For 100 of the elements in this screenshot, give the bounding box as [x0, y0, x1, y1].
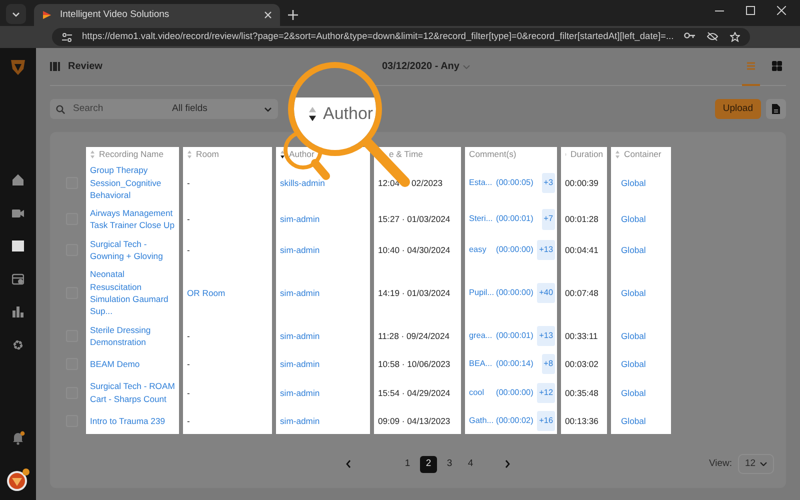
- url-text: https://demo1.valt.video/record/review/list?page=2&sort=Author&type=down&limit=12&record_filter[type]=0&record_filter[startedAt][left_date]=...: [82, 30, 674, 44]
- container-link[interactable]: Global: [621, 176, 646, 189]
- duration-text: 00:01:28: [565, 213, 598, 226]
- duration-text: 00:04:41: [565, 244, 598, 256]
- datetime-text: 10:58 · 10/06/2023: [378, 358, 450, 370]
- chevron-down-icon: [264, 106, 272, 112]
- comment-link[interactable]: Esta...: [469, 176, 494, 189]
- close-icon[interactable]: [777, 6, 786, 14]
- container-link[interactable]: Global: [621, 415, 646, 428]
- more-comments-badge[interactable]: +13: [537, 326, 555, 346]
- column-header[interactable]: Duration: [561, 147, 607, 162]
- page-size-label: View:: [708, 457, 732, 472]
- new-tab-icon[interactable]: [288, 10, 298, 20]
- container-link[interactable]: Global: [621, 358, 646, 370]
- chevron-down-icon: [12, 12, 20, 16]
- bell-icon: [11, 431, 25, 445]
- shield-logo-icon[interactable]: [9, 58, 27, 76]
- site-settings-icon: [62, 32, 72, 42]
- list-view-icon: [746, 60, 756, 70]
- author-link[interactable]: sim-admin: [280, 244, 320, 256]
- browser-tab[interactable]: Intelligent Video Solutions: [34, 4, 280, 26]
- author-link[interactable]: sim-admin: [280, 213, 320, 226]
- container-link[interactable]: Global: [621, 330, 646, 342]
- eye-off-icon[interactable]: [706, 32, 718, 41]
- field-filter-dropdown[interactable]: All fields: [172, 102, 272, 116]
- comment-time-link[interactable]: (00:00:14): [496, 358, 534, 370]
- search-field[interactable]: Search All fields: [50, 99, 278, 119]
- room-text: -: [187, 176, 190, 189]
- container-link[interactable]: Global: [621, 286, 646, 300]
- datetime-text: 14:19 · 01/03/2024: [378, 286, 450, 300]
- document-icon: [772, 104, 780, 114]
- page-size-dropdown[interactable]: 12: [738, 454, 774, 474]
- author-link[interactable]: sim-admin: [280, 330, 320, 342]
- author-link[interactable]: sim-admin: [280, 286, 320, 300]
- comment-time-link[interactable]: (00:00:00): [496, 386, 534, 399]
- datetime-text: 11:28 · 09/24/2024: [378, 330, 450, 342]
- page-button[interactable]: 3: [441, 456, 458, 473]
- close-icon[interactable]: [264, 11, 272, 19]
- column-header[interactable]: Room: [183, 147, 272, 162]
- author-link[interactable]: sim-admin: [280, 386, 320, 399]
- duration-text: 00:33:11: [565, 330, 598, 342]
- address-bar[interactable]: https://demo1.valt.video/record/review/list?page=2&sort=Author&type=down&limit=12&record_filter[type]=0&record_filter[startedAt][left_date]=...: [52, 28, 750, 46]
- page-title: Review: [68, 60, 102, 74]
- key-icon[interactable]: [684, 32, 695, 39]
- zoomed-column-header: Author: [323, 103, 374, 126]
- comment-link[interactable]: cool: [469, 386, 494, 399]
- chevron-left-icon: [346, 460, 351, 468]
- datetime-text: 09:09 · 04/13/2023: [378, 415, 450, 428]
- page-button[interactable]: 1: [399, 456, 416, 473]
- chevron-right-icon: [505, 460, 510, 468]
- room-text[interactable]: OR Room: [187, 286, 226, 300]
- more-comments-badge[interactable]: +40: [537, 282, 555, 304]
- column-header[interactable]: Recording Name: [86, 147, 179, 162]
- tab-title: Intelligent Video Solutions: [60, 8, 170, 22]
- more-comments-badge[interactable]: +3: [542, 172, 555, 193]
- comment-link[interactable]: Steri...: [469, 213, 494, 226]
- room-text: -: [187, 386, 190, 399]
- comment-link[interactable]: grea...: [469, 330, 494, 342]
- page-button[interactable]: 2: [420, 456, 437, 473]
- comment-link[interactable]: Pupil...: [469, 286, 494, 300]
- datetime-text: 02/2023: [412, 176, 443, 189]
- page-button[interactable]: 4: [462, 456, 479, 473]
- duration-text: 00:00:39: [565, 176, 598, 189]
- room-text: -: [187, 415, 190, 428]
- tab-list-button[interactable]: [6, 4, 26, 24]
- comment-link[interactable]: BEA...: [469, 358, 494, 370]
- duration-text: 00:07:48: [565, 286, 598, 300]
- column-header[interactable]: Comment(s): [465, 147, 557, 162]
- home-icon: [12, 174, 24, 186]
- more-comments-badge[interactable]: +13: [537, 240, 555, 260]
- container-link[interactable]: Global: [621, 386, 646, 399]
- room-text: -: [187, 330, 190, 342]
- export-button[interactable]: [766, 99, 786, 119]
- comment-link[interactable]: easy: [469, 244, 494, 256]
- more-comments-badge[interactable]: +16: [537, 411, 555, 432]
- avatar-icon[interactable]: [6, 468, 30, 492]
- comment-link[interactable]: Gath...: [469, 415, 494, 428]
- comment-time-link[interactable]: (00:00:01): [496, 213, 534, 226]
- room-text: -: [187, 244, 190, 256]
- more-comments-badge[interactable]: +7: [542, 209, 555, 230]
- video-camera-icon: [12, 207, 24, 219]
- author-link[interactable]: skills-admin: [280, 176, 325, 189]
- sort-icon[interactable]: [280, 150, 285, 159]
- duration-text: 00:03:02: [565, 358, 598, 370]
- container-link[interactable]: Global: [621, 213, 646, 226]
- comment-time-link[interactable]: (00:00:01): [496, 330, 534, 342]
- datetime-text: 15:27 · 01/03/2024: [378, 213, 450, 226]
- comment-time-link[interactable]: (00:00:02): [496, 415, 534, 428]
- more-comments-badge[interactable]: +12: [537, 382, 555, 403]
- star-icon[interactable]: [730, 32, 740, 42]
- column-header[interactable]: Container: [611, 147, 671, 162]
- search-icon: [56, 104, 65, 114]
- upload-button[interactable]: Upload: [714, 99, 761, 119]
- comment-time-link[interactable]: (00:00:00): [496, 286, 534, 300]
- maximize-icon[interactable]: [746, 6, 755, 14]
- more-comments-badge[interactable]: +8: [542, 354, 555, 374]
- container-link[interactable]: Global: [621, 244, 646, 256]
- date-filter-dropdown[interactable]: 03/12/2020 - Any: [382, 59, 470, 74]
- comment-time-link[interactable]: (00:00:05): [496, 176, 534, 189]
- comment-time-link[interactable]: (00:00:00): [496, 244, 534, 256]
